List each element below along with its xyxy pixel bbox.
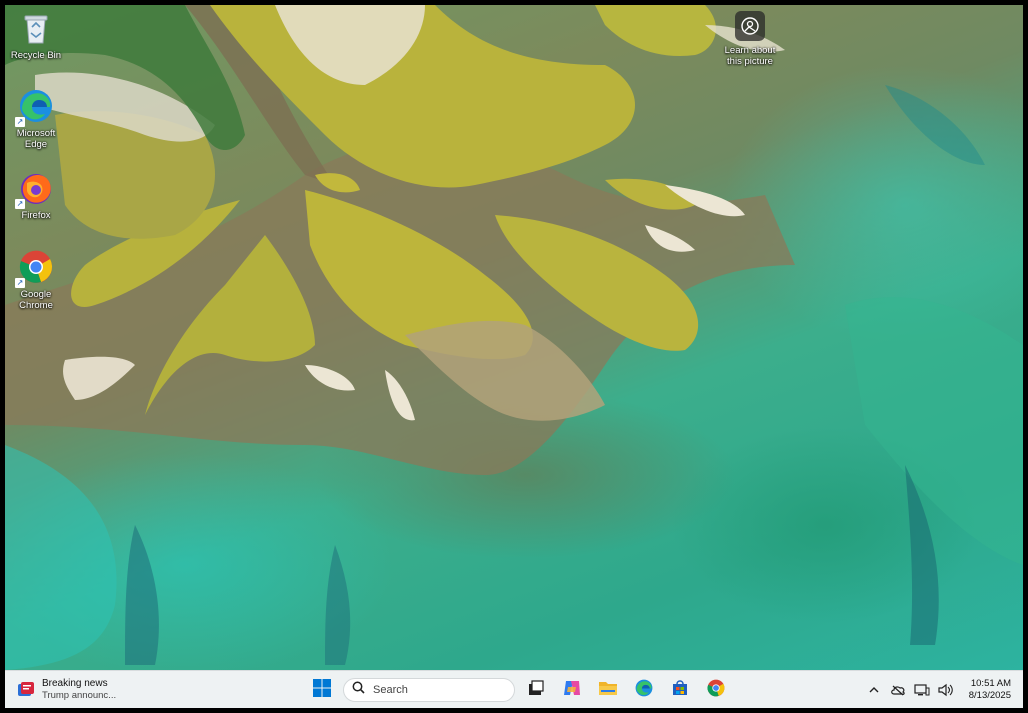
microsoft-store-button[interactable]: [665, 675, 695, 705]
desktop-icon-edge[interactable]: ↗ Microsoft Edge: [5, 87, 67, 150]
search-icon: [352, 681, 365, 699]
search-placeholder: Search: [373, 684, 408, 696]
clock-time: 10:51 AM: [970, 678, 1011, 689]
desktop-icon-label: Firefox: [21, 210, 51, 221]
search-box[interactable]: Search: [343, 678, 515, 702]
learn-about-label: Learn about this picture: [724, 45, 776, 67]
desktop-icon-recycle-bin[interactable]: Recycle Bin: [5, 9, 67, 61]
desktop-screen: Recycle Bin ↗ Microsoft Edge ↗ Firefox ↗…: [5, 5, 1023, 708]
task-view-icon: [527, 679, 545, 702]
desktop-icon-chrome[interactable]: ↗ Google Chrome: [5, 248, 67, 311]
chrome-taskbar-button[interactable]: [701, 675, 731, 705]
edge-taskbar-button[interactable]: [629, 675, 659, 705]
recycle-bin-icon: [17, 9, 55, 47]
shortcut-arrow-icon: ↗: [15, 199, 25, 209]
news-widget[interactable]: Breaking news Trump announc...: [17, 676, 116, 704]
desktop-icon-label: Microsoft Edge: [16, 128, 56, 150]
task-view-button[interactable]: [521, 675, 551, 705]
shortcut-arrow-icon: ↗: [15, 278, 25, 288]
desktop-icon-label: Google Chrome: [19, 289, 53, 311]
start-button[interactable]: [307, 675, 337, 705]
copilot-icon: [562, 678, 582, 703]
edge-icon: ↗: [15, 87, 55, 127]
onedrive-icon[interactable]: [889, 681, 907, 699]
edge-icon: [634, 678, 654, 703]
learn-about-picture[interactable]: Learn about this picture: [717, 11, 783, 67]
news-subtitle: Trump announc...: [42, 690, 117, 701]
copilot-button[interactable]: [557, 675, 587, 705]
shortcut-arrow-icon: ↗: [15, 117, 25, 127]
file-explorer-icon: [598, 678, 618, 703]
desktop-icon-label: Recycle Bin: [10, 50, 62, 61]
file-explorer-button[interactable]: [593, 675, 623, 705]
news-title: Breaking news: [42, 678, 108, 689]
chevron-up-icon[interactable]: [865, 681, 883, 699]
camera-info-icon: [735, 11, 765, 41]
microsoft-store-icon: [670, 678, 690, 703]
network-icon[interactable]: [913, 681, 931, 699]
taskbar: Breaking news Trump announc... Search 10…: [5, 670, 1023, 708]
wallpaper-river-delta: [5, 5, 1023, 670]
desktop-wallpaper: [5, 5, 1023, 670]
desktop-icon-firefox[interactable]: ↗ Firefox: [5, 169, 67, 221]
news-icon: [17, 681, 35, 699]
volume-icon[interactable]: [937, 681, 955, 699]
clock-date: 8/13/2025: [968, 690, 1011, 701]
windows-start-icon: [313, 678, 331, 702]
chrome-icon: [706, 678, 726, 703]
clock[interactable]: 10:51 AM 8/13/2025: [969, 678, 1011, 702]
firefox-icon: ↗: [15, 169, 55, 209]
chrome-icon: ↗: [15, 248, 55, 288]
system-tray: 10:51 AM 8/13/2025: [865, 675, 1011, 705]
taskbar-center: Search: [307, 675, 731, 705]
